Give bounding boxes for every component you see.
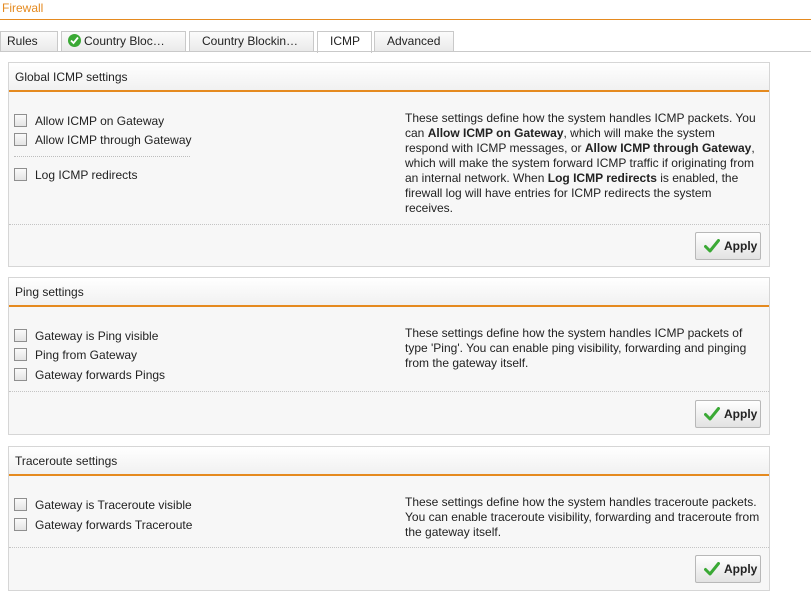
- tab-advanced[interactable]: Advanced: [374, 31, 454, 52]
- check-icon: [704, 239, 720, 253]
- apply-label: Apply: [724, 562, 758, 576]
- traceroute-apply-button[interactable]: Apply: [695, 555, 761, 583]
- tab-bar: Rules Country Bloc… Country Blockin… ICM…: [0, 31, 811, 53]
- traceroute-visible-option: Gateway is Traceroute visible: [14, 497, 192, 513]
- tab-country-blocking-1[interactable]: Country Bloc…: [61, 31, 186, 52]
- global-icmp-panel: Global ICMP settings Allow ICMP on Gatew…: [8, 62, 770, 267]
- option-label: Ping from Gateway: [35, 348, 138, 362]
- panel-divider: [9, 224, 769, 225]
- panel-title: Global ICMP settings: [9, 63, 769, 92]
- panel-divider: [9, 547, 769, 548]
- title-divider: [0, 19, 811, 20]
- log-icmp-redirects-checkbox[interactable]: [14, 168, 27, 181]
- global-apply-button[interactable]: Apply: [695, 232, 761, 260]
- tab-label: Country Blockin…: [202, 34, 299, 48]
- allow-icmp-through-gateway-checkbox[interactable]: [14, 133, 27, 146]
- tab-label: Country Bloc…: [84, 34, 165, 48]
- traceroute-description: These settings define how the system han…: [405, 495, 760, 539]
- desc-bold: Allow ICMP on Gateway: [427, 126, 564, 140]
- tab-country-blocking-2[interactable]: Country Blockin…: [189, 31, 314, 52]
- gateway-forwards-traceroute-option: Gateway forwards Traceroute: [14, 517, 192, 533]
- tab-rules[interactable]: Rules: [0, 31, 58, 52]
- option-label: Gateway is Traceroute visible: [35, 498, 192, 512]
- option-label: Log ICMP redirects: [35, 168, 138, 182]
- ping-from-gateway-checkbox[interactable]: [14, 348, 27, 361]
- panel-divider: [9, 391, 769, 392]
- desc-bold: Allow ICMP through Gateway: [584, 141, 752, 155]
- global-icmp-description: These settings define how the system han…: [405, 111, 761, 216]
- panel-title: Ping settings: [9, 278, 769, 307]
- panel-title: Traceroute settings: [9, 447, 769, 476]
- option-label: Gateway forwards Pings: [35, 368, 166, 382]
- apply-label: Apply: [724, 407, 758, 421]
- tab-icmp[interactable]: ICMP: [317, 31, 372, 53]
- ok-check-icon: [68, 34, 81, 47]
- gateway-forwards-pings-option: Gateway forwards Pings: [14, 367, 165, 383]
- desc-bold: Log ICMP redirects: [547, 171, 657, 185]
- tab-baseline: [0, 51, 811, 52]
- gateway-forwards-pings-checkbox[interactable]: [14, 368, 27, 381]
- allow-icmp-through-gateway-option: Allow ICMP through Gateway: [14, 132, 192, 148]
- log-icmp-redirects-option: Log ICMP redirects: [14, 167, 138, 183]
- traceroute-panel: Traceroute settings Gateway is Tracerout…: [8, 446, 770, 591]
- check-icon: [704, 562, 720, 576]
- apply-label: Apply: [724, 239, 758, 253]
- option-divider: [14, 156, 190, 157]
- ping-from-gateway-option: Ping from Gateway: [14, 347, 137, 363]
- tab-label: ICMP: [330, 34, 360, 48]
- ping-description: These settings define how the system han…: [405, 326, 747, 370]
- ping-visible-option: Gateway is Ping visible: [14, 328, 158, 344]
- tab-label: Rules: [7, 34, 38, 48]
- ping-apply-button[interactable]: Apply: [695, 400, 761, 428]
- allow-icmp-gateway-option: Allow ICMP on Gateway: [14, 113, 164, 129]
- option-label: Gateway is Ping visible: [35, 329, 159, 343]
- gateway-forwards-traceroute-checkbox[interactable]: [14, 518, 27, 531]
- traceroute-visible-checkbox[interactable]: [14, 498, 27, 511]
- page-title: Firewall: [2, 1, 44, 15]
- ping-panel: Ping settings Gateway is Ping visible Pi…: [8, 277, 770, 435]
- option-label: Gateway forwards Traceroute: [35, 518, 193, 532]
- tab-label: Advanced: [387, 34, 441, 48]
- option-label: Allow ICMP on Gateway: [35, 114, 165, 128]
- allow-icmp-gateway-checkbox[interactable]: [14, 114, 27, 127]
- ping-visible-checkbox[interactable]: [14, 329, 27, 342]
- option-label: Allow ICMP through Gateway: [35, 133, 192, 147]
- check-icon: [704, 407, 720, 421]
